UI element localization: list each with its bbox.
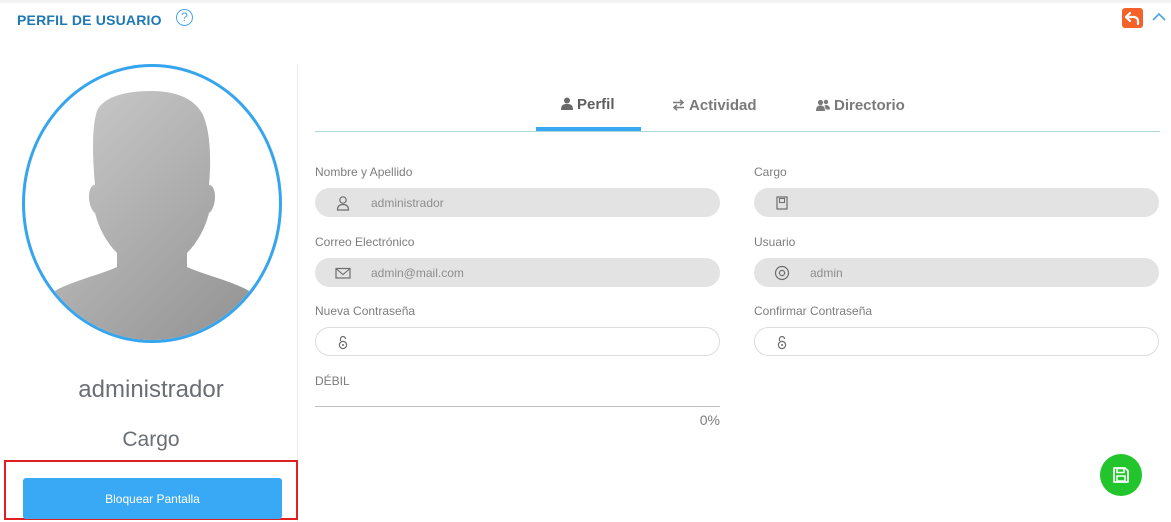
user-silhouette-icon: [25, 91, 279, 340]
users-icon: [816, 98, 830, 115]
envelope-icon: [335, 265, 351, 281]
unlock-icon: [335, 334, 351, 350]
correo-value: admin@mail.com: [371, 266, 464, 280]
help-icon[interactable]: ?: [176, 9, 193, 26]
avatar: [22, 64, 282, 343]
tab-directorio[interactable]: Directorio: [816, 97, 905, 115]
correo-label: Correo Electrónico: [315, 235, 415, 249]
nombre-value: administrador: [371, 196, 444, 210]
nombre-field[interactable]: administrador: [315, 188, 720, 217]
lock-screen-button[interactable]: Bloquear Pantalla: [23, 478, 282, 519]
nueva-contrasena-input[interactable]: [315, 327, 720, 356]
tab-actividad[interactable]: Actividad: [672, 97, 757, 115]
chevron-up-icon[interactable]: [1150, 9, 1168, 25]
user-outline-icon: [335, 195, 351, 211]
nombre-label: Nombre y Apellido: [315, 165, 413, 179]
unlock-icon: [774, 334, 790, 350]
password-strength-label: DÉBIL: [315, 374, 350, 388]
tab-directorio-label: Directorio: [834, 97, 905, 114]
cargo-field[interactable]: [754, 188, 1159, 217]
usuario-field[interactable]: admin: [754, 258, 1159, 287]
user-cargo: Cargo: [122, 428, 180, 451]
confirmar-contrasena-input[interactable]: [754, 327, 1159, 356]
cargo-label: Cargo: [754, 165, 787, 179]
save-button[interactable]: [1100, 454, 1142, 496]
book-icon: [774, 195, 790, 211]
password-strength-percent: 0%: [699, 412, 720, 428]
undo-icon[interactable]: [1122, 8, 1143, 28]
tab-actividad-label: Actividad: [689, 97, 757, 114]
nueva-contrasena-label: Nueva Contraseña: [315, 304, 416, 318]
exchange-icon: [672, 98, 685, 115]
usuario-label: Usuario: [754, 235, 796, 249]
user-icon: [561, 97, 573, 114]
at-icon: [774, 265, 790, 281]
password-strength-bar: [315, 406, 720, 407]
correo-field[interactable]: admin@mail.com: [315, 258, 720, 287]
tabs-divider: [315, 131, 1160, 132]
page-title: PERFIL DE USUARIO: [17, 12, 162, 28]
tab-perfil-label: Perfil: [577, 96, 615, 113]
confirmar-contrasena-label: Confirmar Contraseña: [754, 304, 873, 318]
usuario-value: admin: [810, 266, 843, 280]
floppy-disk-icon: [1113, 467, 1129, 483]
tab-perfil[interactable]: Perfil: [561, 96, 615, 114]
top-border: [0, 0, 1171, 3]
user-name: administrador: [78, 376, 224, 403]
profile-sidebar: administrador Cargo Bloquear Pantalla: [0, 64, 298, 522]
